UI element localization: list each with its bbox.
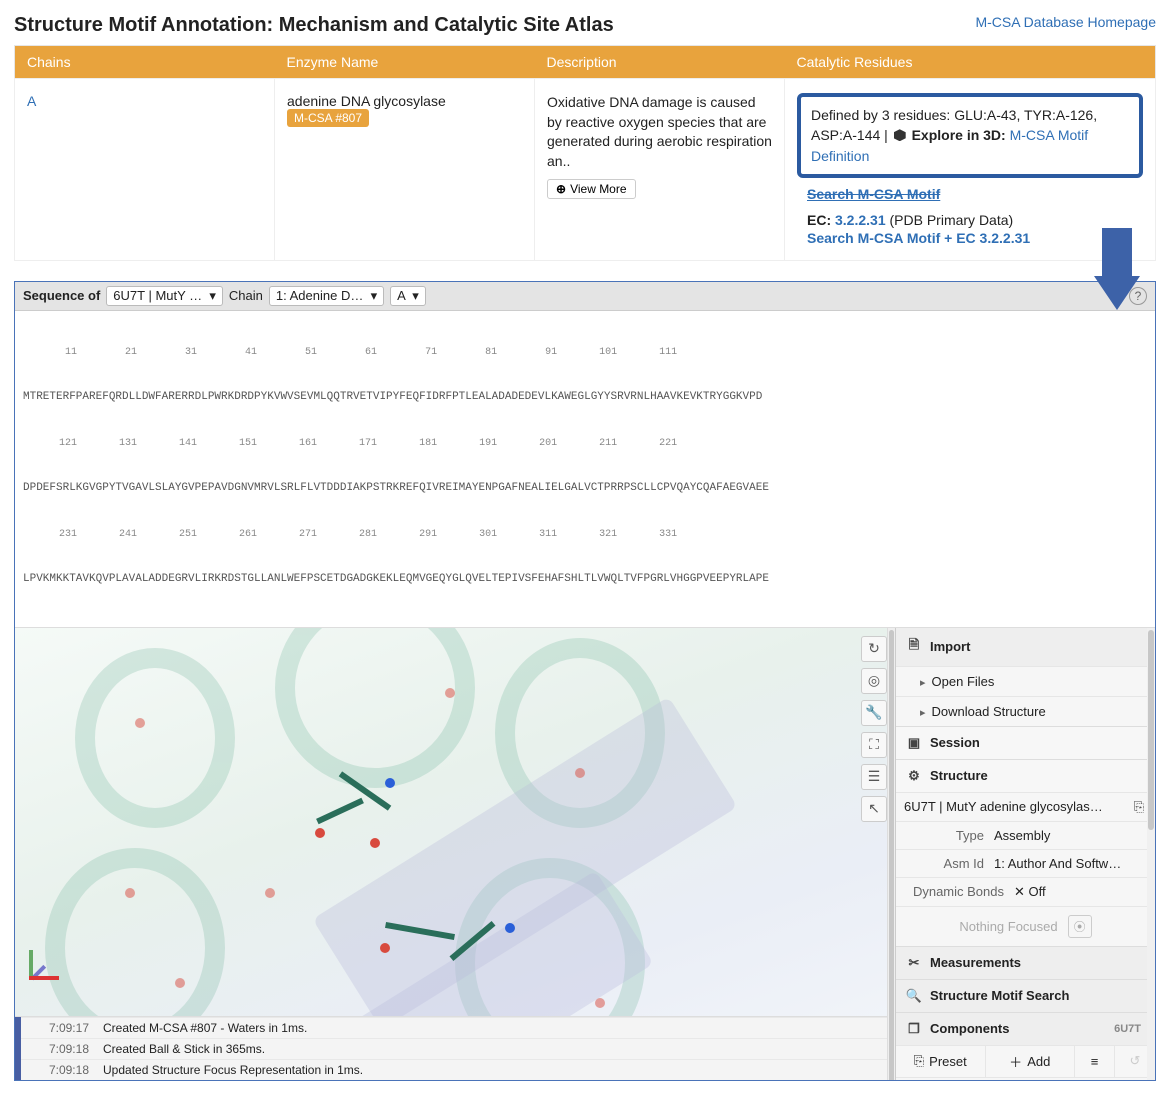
focus-target-icon[interactable]: ⦿ <box>1068 915 1092 938</box>
chain-link[interactable]: A <box>27 93 36 109</box>
description-text: Oxidative DNA damage is caused by reacti… <box>547 93 772 171</box>
plus-icon: ⊕ <box>556 182 566 196</box>
ec-link[interactable]: 3.2.2.31 <box>835 212 886 228</box>
sidebar: 🗎Import Open Files Download Structure ▣S… <box>895 628 1155 1080</box>
structure-name-row[interactable]: 6U7T | MutY adenine glycosylas… ⎘ <box>896 792 1155 821</box>
chain-select[interactable]: A ▾ <box>390 286 426 306</box>
sidebar-scrollbar[interactable] <box>1147 628 1155 1080</box>
download-structure-item[interactable]: Download Structure <box>896 696 1155 726</box>
entity-select[interactable]: 1: Adenine D… ▾ <box>269 286 384 306</box>
reset-icon[interactable]: ↻ <box>861 636 887 662</box>
col-residues: Catalytic Residues <box>785 46 1156 79</box>
outer-scrollbar[interactable] <box>887 628 895 1080</box>
col-enzyme: Enzyme Name <box>275 46 535 79</box>
search-icon: 🔍 <box>906 988 922 1004</box>
type-select[interactable]: Assembly <box>994 828 1050 843</box>
3d-canvas[interactable]: ↻ ◎ 🔧 ⛶ ☰ ↖ 7:09:17Created M-CSA #807 - … <box>15 628 895 1080</box>
molstar-viewer: Sequence of 6U7T | MutY … ▾ Chain 1: Ade… <box>14 281 1156 1081</box>
session-header[interactable]: ▣Session <box>896 727 1155 759</box>
seq-label: Sequence of <box>23 288 100 303</box>
ruler-icon: ✂ <box>906 955 922 971</box>
fullscreen-icon[interactable]: ⛶ <box>861 732 887 758</box>
canvas-toolbar: ↻ ◎ 🔧 ⛶ ☰ ↖ <box>861 636 887 822</box>
file-icon: 🗎 <box>906 636 922 658</box>
measurements-header[interactable]: ✂Measurements <box>896 947 1155 979</box>
search-motif-link[interactable]: Search M-CSA Motif <box>807 186 1143 202</box>
explore-3d-label: Explore in 3D <box>912 127 1001 143</box>
sliders-icon: ≡ <box>1091 1054 1099 1069</box>
table-row: A adenine DNA glycosylase M-CSA #807 Oxi… <box>15 79 1156 261</box>
settings-icon[interactable]: 🔧 <box>861 700 887 726</box>
sequence-toolbar: Sequence of 6U7T | MutY … ▾ Chain 1: Ade… <box>15 282 1155 311</box>
homepage-link[interactable]: M-CSA Database Homepage <box>975 14 1156 30</box>
component-row[interactable]: M-CSA #807Ball & Stick 👁 🗑 ⋯ <box>896 1077 1155 1080</box>
axis-gizmo <box>29 946 63 980</box>
import-header[interactable]: 🗎Import <box>896 628 1155 666</box>
asm-select[interactable]: 1: Author And Softw… <box>994 856 1121 871</box>
bonds-toggle[interactable]: ✕ Off <box>1014 884 1046 900</box>
structure-header[interactable]: ⚙Structure <box>896 760 1155 792</box>
cursor-icon[interactable]: ↖ <box>861 796 887 822</box>
history-icon: ↺ <box>1130 1053 1141 1069</box>
open-files-item[interactable]: Open Files <box>896 666 1155 696</box>
gear-icon: ⚙ <box>906 768 922 784</box>
bookmark-icon: ⎘ <box>914 1053 924 1069</box>
log-panel: 7:09:17Created M-CSA #807 - Waters in 1m… <box>15 1016 895 1080</box>
sequence-panel[interactable]: 11 21 31 41 51 61 71 81 91 101 111 MTRET… <box>15 311 1155 628</box>
view-more-button[interactable]: ⊕ View More <box>547 179 636 199</box>
nothing-focused: Nothing Focused <box>959 919 1057 934</box>
col-chains: Chains <box>15 46 275 79</box>
session-icon: ▣ <box>906 735 922 751</box>
motif-search-header[interactable]: 🔍Structure Motif Search <box>896 980 1155 1012</box>
mcsa-badge[interactable]: M-CSA #807 <box>287 109 369 127</box>
residues-highlight: Defined by 3 residues: GLU:A-43, TYR:A-1… <box>797 93 1143 178</box>
search-motif-ec-link[interactable]: Search M-CSA Motif + EC 3.2.2.31 <box>807 230 1143 246</box>
cube-icon <box>894 129 906 141</box>
add-button[interactable]: ＋Add <box>986 1046 1076 1077</box>
annotation-arrow <box>1094 228 1140 310</box>
col-description: Description <box>535 46 785 79</box>
page-title: Structure Motif Annotation: Mechanism an… <box>14 14 614 37</box>
enzyme-name: adenine DNA glycosylase <box>287 93 446 109</box>
chain-label: Chain <box>229 288 263 303</box>
annotation-table: Chains Enzyme Name Description Catalytic… <box>14 45 1156 261</box>
options-button[interactable]: ≡ <box>1075 1046 1115 1077</box>
structure-select[interactable]: 6U7T | MutY … ▾ <box>106 286 223 306</box>
bookmark-icon[interactable]: ⎘ <box>1131 799 1147 815</box>
target-icon[interactable]: ◎ <box>861 668 887 694</box>
cube-icon: ❒ <box>906 1021 922 1037</box>
ec-label: EC: <box>807 212 835 228</box>
sliders-icon[interactable]: ☰ <box>861 764 887 790</box>
plus-icon: ＋ <box>1009 1052 1022 1071</box>
components-header[interactable]: ❒ Components 6U7T <box>896 1013 1155 1045</box>
ec-source: (PDB Primary Data) <box>890 212 1014 228</box>
preset-button[interactable]: ⎘Preset <box>896 1046 986 1077</box>
